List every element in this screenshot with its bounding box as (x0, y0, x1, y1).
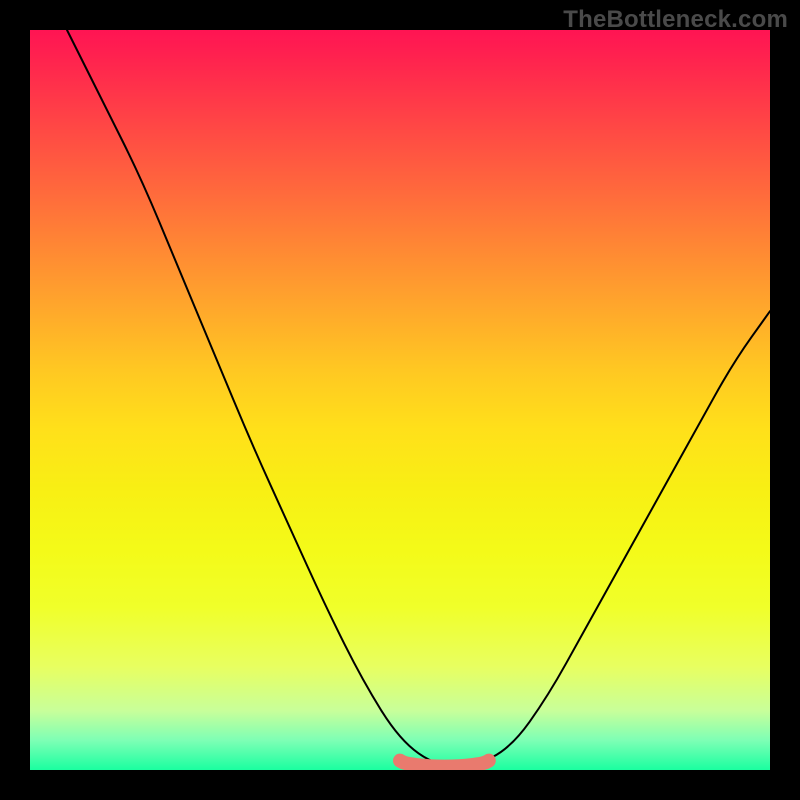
chart-canvas: TheBottleneck.com (0, 0, 800, 800)
watermark-text: TheBottleneck.com (563, 6, 788, 34)
plot-svg (30, 30, 770, 770)
optimal-range-highlight (400, 761, 489, 767)
bottleneck-curve (67, 30, 770, 766)
plot-area (30, 30, 770, 770)
